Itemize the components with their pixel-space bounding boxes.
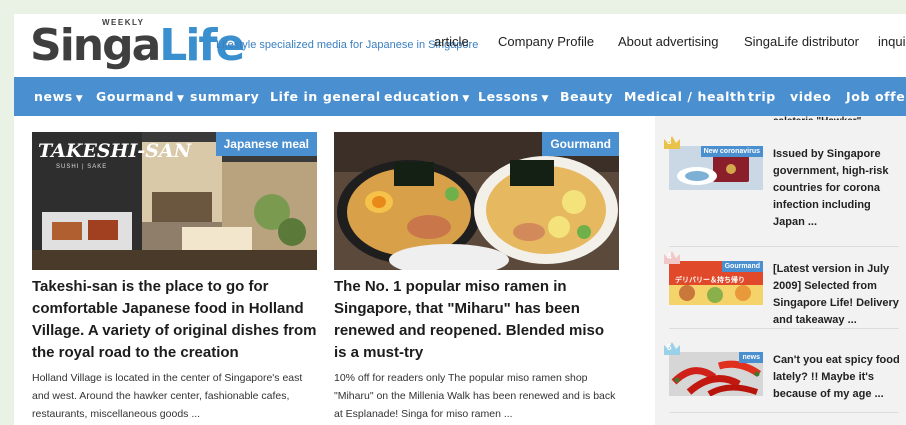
ranking-thumbnail[interactable]: New coronavirus (669, 146, 763, 190)
article-title[interactable]: The No. 1 popular miso ramen in Singapor… (334, 276, 620, 364)
nav-label: Lessons (478, 89, 539, 104)
caret-down-icon: ▼ (462, 94, 470, 104)
site-header: SingaLife WEEKLY Lifestyle specialized m… (14, 14, 906, 76)
logo-singa-text: Singa (30, 20, 161, 71)
crown-rank-icon (664, 136, 680, 149)
nav-item-job-offer[interactable]: Job offer (846, 89, 906, 104)
category-badge: New coronavirus (700, 146, 763, 157)
ranking-title[interactable]: [Latest version in July 2009] Selected f… (773, 261, 903, 329)
restaurant-sign-subtext: SUSHI | SAKE (56, 164, 108, 170)
rank-number: 3 (667, 137, 672, 146)
topnav-singalife-distributor[interactable]: SingaLife distributor (744, 34, 859, 49)
category-navbar: news ▼ Gourmand ▼ summary Life in general … (14, 77, 906, 116)
logo-weekly-text: WEEKLY (102, 18, 145, 27)
rank-number: 5 (667, 343, 672, 352)
nav-item-trip[interactable]: trip (748, 89, 776, 104)
ranking-divider (669, 412, 899, 413)
nav-item-news[interactable]: news ▼ (34, 89, 83, 104)
topnav-article[interactable]: article (434, 34, 469, 49)
logo-wordmark: SingaLife (30, 20, 245, 71)
nav-label: news (34, 89, 73, 104)
caret-down-icon: ▼ (541, 94, 549, 104)
caret-down-icon: ▼ (177, 94, 185, 104)
article-thumbnail-ramen[interactable]: Gourmand (334, 132, 619, 270)
page: SingaLife WEEKLY Lifestyle specialized m… (14, 14, 906, 425)
nav-label: education (384, 89, 460, 104)
nav-label: video (790, 89, 832, 104)
nav-item-life-in-general[interactable]: Life in general (270, 89, 381, 104)
ranking-sidebar: caleteria "Hawker" ... New coronavirus 3… (655, 116, 906, 425)
topnav-company-profile[interactable]: Company Profile (498, 34, 594, 49)
nav-label: Medical / health (624, 89, 747, 104)
ranking-partial-title[interactable]: caleteria "Hawker" ... (773, 112, 873, 120)
ranking-thumbnail[interactable]: news (669, 352, 763, 396)
nav-label: trip (748, 89, 776, 104)
topnav-about-advertising[interactable]: About advertising (618, 34, 718, 49)
singalife-logo[interactable]: SingaLife WEEKLY (30, 16, 245, 72)
article-title[interactable]: Takeshi-san is the place to go for comfo… (32, 276, 318, 364)
nav-label: summary (190, 89, 260, 104)
article-thumbnail-restaurant[interactable]: TAKESHI-SAN SUSHI | SAKE Japanese meal (32, 132, 317, 270)
nav-item-gourmand[interactable]: Gourmand ▼ (96, 89, 185, 104)
article-excerpt: Holland Village is located in the center… (32, 372, 303, 420)
category-badge[interactable]: Japanese meal (215, 132, 317, 156)
category-badge: news (739, 352, 763, 363)
topnav-inquiry[interactable]: inquir (878, 34, 906, 49)
category-badge[interactable]: Gourmand (542, 132, 619, 156)
category-badge: Gourmand (721, 261, 763, 272)
crown-rank-icon (664, 251, 680, 264)
nav-item-medical-health[interactable]: Medical / health (624, 89, 746, 104)
ranking-title[interactable]: Issued by Singapore government, high-ris… (773, 146, 903, 231)
caret-down-icon: ▼ (75, 94, 84, 104)
ranking-thumbnail[interactable]: デリバリー＆持ち帰り Gourmand (669, 261, 763, 305)
nav-label: Beauty (560, 89, 614, 104)
nav-item-lessons[interactable]: Lessons ▼ (478, 89, 549, 104)
delivery-thumb-text: デリバリー＆持ち帰り (675, 277, 745, 284)
restaurant-sign-text: TAKESHI-SAN (38, 140, 192, 162)
nav-item-summary[interactable]: summary (190, 89, 259, 104)
crown-rank-icon (664, 342, 680, 355)
nav-label: Gourmand (96, 89, 175, 104)
article-excerpt: 10% off for readers only The popular mis… (334, 372, 616, 420)
ranking-divider (669, 328, 899, 329)
nav-item-beauty[interactable]: Beauty (560, 89, 613, 104)
nav-label: Life in general (270, 89, 381, 104)
nav-item-video[interactable]: video (790, 89, 831, 104)
ranking-divider (669, 246, 899, 247)
nav-label: Job offer (846, 89, 906, 104)
nav-item-education[interactable]: education ▼ (384, 89, 470, 104)
ranking-title[interactable]: Can't you eat spicy food lately? !! Mayb… (773, 352, 903, 403)
rank-number: 4 (667, 252, 672, 261)
